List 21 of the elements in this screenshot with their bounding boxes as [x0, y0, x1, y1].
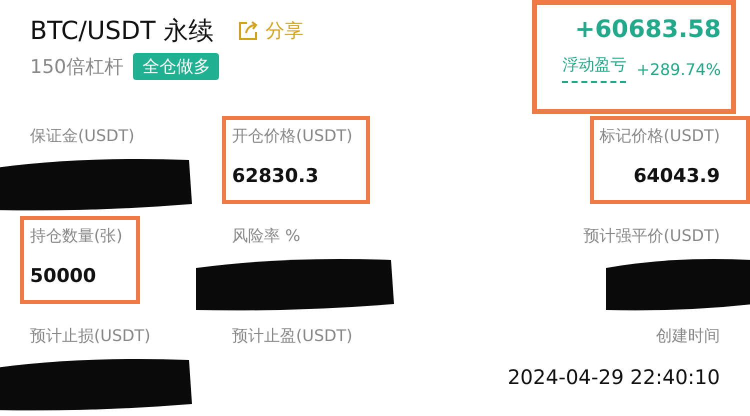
- field-label: 持仓数量(张): [30, 226, 122, 247]
- field-value: 64043.9: [633, 165, 720, 187]
- field-value: 62830.3: [232, 165, 319, 187]
- field-label: 标记价格(USDT): [600, 126, 720, 147]
- position-mode-tag: 全仓做多: [133, 53, 220, 80]
- pnl-percent: +289.74%: [636, 60, 721, 78]
- field-label: 预计强平价(USDT): [584, 226, 720, 247]
- field-label: 预计止损(USDT): [30, 326, 150, 347]
- field-label: 开仓价格(USDT): [232, 126, 352, 147]
- field-label: 预计止盈(USDT): [232, 326, 352, 347]
- field-label: 创建时间: [656, 326, 720, 347]
- pair-title: BTC/USDT 永续: [30, 15, 214, 47]
- leverage-label: 150倍杠杆: [30, 54, 124, 80]
- field-value: 50000: [30, 265, 96, 287]
- field-label: 保证金(USDT): [30, 126, 134, 147]
- share-icon: [237, 20, 260, 42]
- share-button[interactable]: 分享: [237, 18, 304, 44]
- pnl-amount: +60683.58: [574, 15, 721, 43]
- field-value: 2024-04-29 22:40:10: [508, 365, 720, 389]
- field-label: 风险率 %: [232, 226, 300, 247]
- pnl-label[interactable]: 浮动盈亏: [562, 55, 626, 83]
